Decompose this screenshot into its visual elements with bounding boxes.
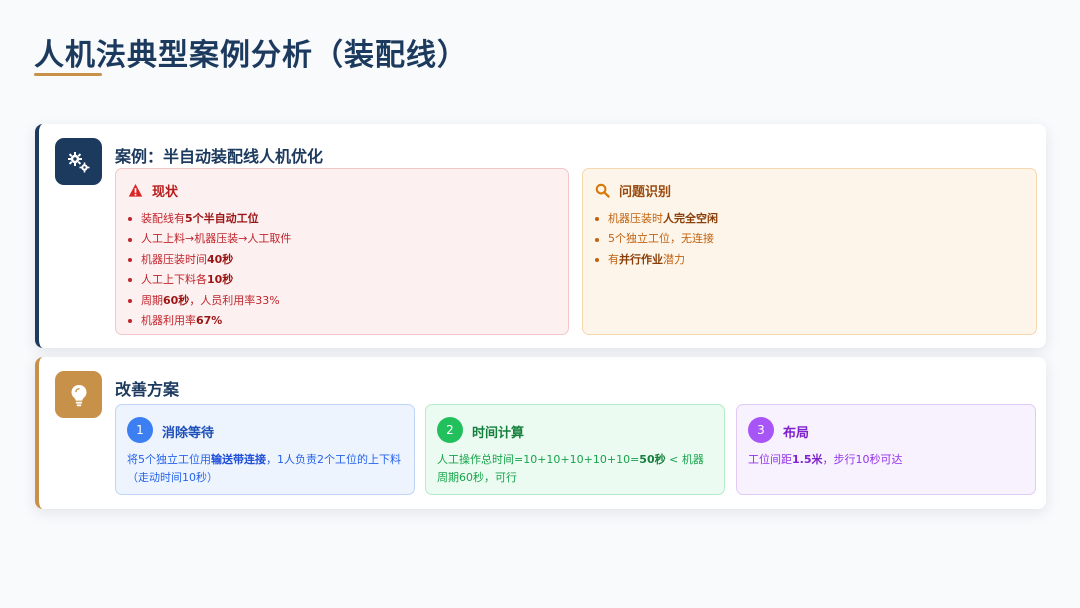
issue-list: 机器压装时 人完全空闲 5个独立工位，无连接 有并行作业 潜力	[595, 209, 718, 270]
step-text: 工位间距	[748, 453, 792, 466]
step-card-2: 2 时间计算 人工操作总时间=10+10+10+10+10=50秒 < 机器周期…	[425, 404, 725, 495]
item-text: 人工上料→机器压装→人工取件	[141, 232, 292, 246]
item-text: 人工上下料各	[141, 273, 207, 287]
step-description: 人工操作总时间=10+10+10+10+10=50秒 < 机器周期60秒，可行	[437, 451, 714, 487]
issue-box: 问题识别 机器压装时 人完全空闲 5个独立工位，无连接 有并行作业 潜力	[582, 168, 1037, 335]
bullet-dot	[128, 298, 132, 303]
step-number-badge: 1	[127, 417, 153, 443]
improve-title: 改善方案	[115, 380, 180, 399]
improve-card: 改善方案 1 消除等待 将5个独立工位用输送带连接，1人负责2个工位的上下料（走…	[35, 357, 1046, 509]
list-item: 机器压装时间 40秒	[128, 250, 291, 270]
list-item: 人工上料→机器压装→人工取件	[128, 229, 291, 249]
item-bold: 并行作业	[619, 252, 663, 266]
bullet-dot	[595, 237, 599, 242]
step-bold: 输送带连接	[211, 453, 266, 466]
step-number-badge: 3	[748, 417, 774, 443]
issue-heading-label: 问题识别	[619, 185, 672, 200]
step-card-3: 3 布局 工位间距1.5米，步行10秒可达	[736, 404, 1036, 495]
list-item: 机器利用率 67%	[128, 311, 291, 331]
list-item: 装配线有 5个半自动工位	[128, 209, 291, 229]
bullet-dot	[128, 237, 132, 242]
item-bold: 67%	[196, 314, 223, 328]
item-bold: 人完全空闲	[663, 212, 718, 225]
step-card-1: 1 消除等待 将5个独立工位用输送带连接，1人负责2个工位的上下料（走动时间10…	[115, 404, 415, 495]
warning-icon	[128, 183, 144, 199]
lightbulb-icon	[55, 371, 102, 418]
step-title: 时间计算	[472, 426, 525, 441]
step-title: 消除等待	[162, 426, 215, 441]
status-box: 现状 装配线有 5个半自动工位 人工上料→机器压装→人工取件 机器压装时间 40秒 …	[115, 168, 569, 335]
item-bold: 40秒	[207, 252, 234, 266]
bullet-dot	[128, 258, 132, 263]
step-text: 人工操作总时间=10+10+10+10+10=	[437, 453, 640, 466]
case-title: 案例：半自动装配线人机优化	[115, 147, 324, 166]
item-text: 潜力	[663, 252, 685, 266]
title-underline	[34, 73, 102, 76]
list-item: 机器压装时 人完全空闲	[595, 209, 718, 229]
issue-heading: 问题识别	[595, 181, 671, 200]
step-description: 工位间距1.5米，步行10秒可达	[748, 451, 1025, 469]
status-list: 装配线有 5个半自动工位 人工上料→机器压装→人工取件 机器压装时间 40秒 人工上…	[128, 209, 291, 331]
step-text: ，步行10秒可达	[822, 453, 903, 466]
case-card: 案例：半自动装配线人机优化 现状 装配线有 5个半自动工位 人工上料→机器压装→人…	[35, 124, 1046, 348]
status-heading-label: 现状	[152, 185, 179, 200]
item-text: 有	[608, 252, 619, 266]
bullet-dot	[595, 258, 599, 263]
list-item: 人工上下料各 10秒	[128, 270, 291, 290]
bullet-dot	[128, 319, 132, 324]
step-number-badge: 2	[437, 417, 463, 443]
bullet-dot	[595, 217, 599, 222]
bullet-dot	[128, 278, 132, 283]
item-bold: 10秒	[207, 273, 234, 287]
item-bold: 60秒	[163, 293, 190, 307]
step-bold: 1.5米	[792, 453, 823, 466]
item-text: 周期	[141, 293, 163, 307]
item-text: 机器压装时间	[141, 252, 207, 266]
item-text: 机器利用率	[141, 314, 196, 328]
gears-icon	[55, 138, 102, 185]
status-heading: 现状	[128, 181, 178, 200]
step-bold: 50秒	[639, 453, 666, 466]
list-item: 5个独立工位，无连接	[595, 229, 718, 249]
item-text: 机器压装时	[608, 212, 663, 225]
bullet-dot	[128, 217, 132, 222]
item-text: 装配线有	[141, 212, 185, 225]
step-title: 布局	[783, 426, 810, 441]
step-text: 将5个独立工位用	[127, 453, 211, 466]
page-title: 人机法典型案例分析（装配线）	[34, 38, 468, 73]
item-text: 5个独立工位，无连接	[608, 232, 714, 246]
search-icon	[595, 183, 611, 199]
list-item: 有并行作业 潜力	[595, 250, 718, 270]
item-bold: 5个半自动工位	[185, 212, 259, 225]
step-description: 将5个独立工位用输送带连接，1人负责2个工位的上下料（走动时间10秒）	[127, 451, 404, 487]
list-item: 周期 60秒 ，人员利用率33%	[128, 291, 291, 311]
item-text: ，人员利用率33%	[189, 293, 280, 307]
